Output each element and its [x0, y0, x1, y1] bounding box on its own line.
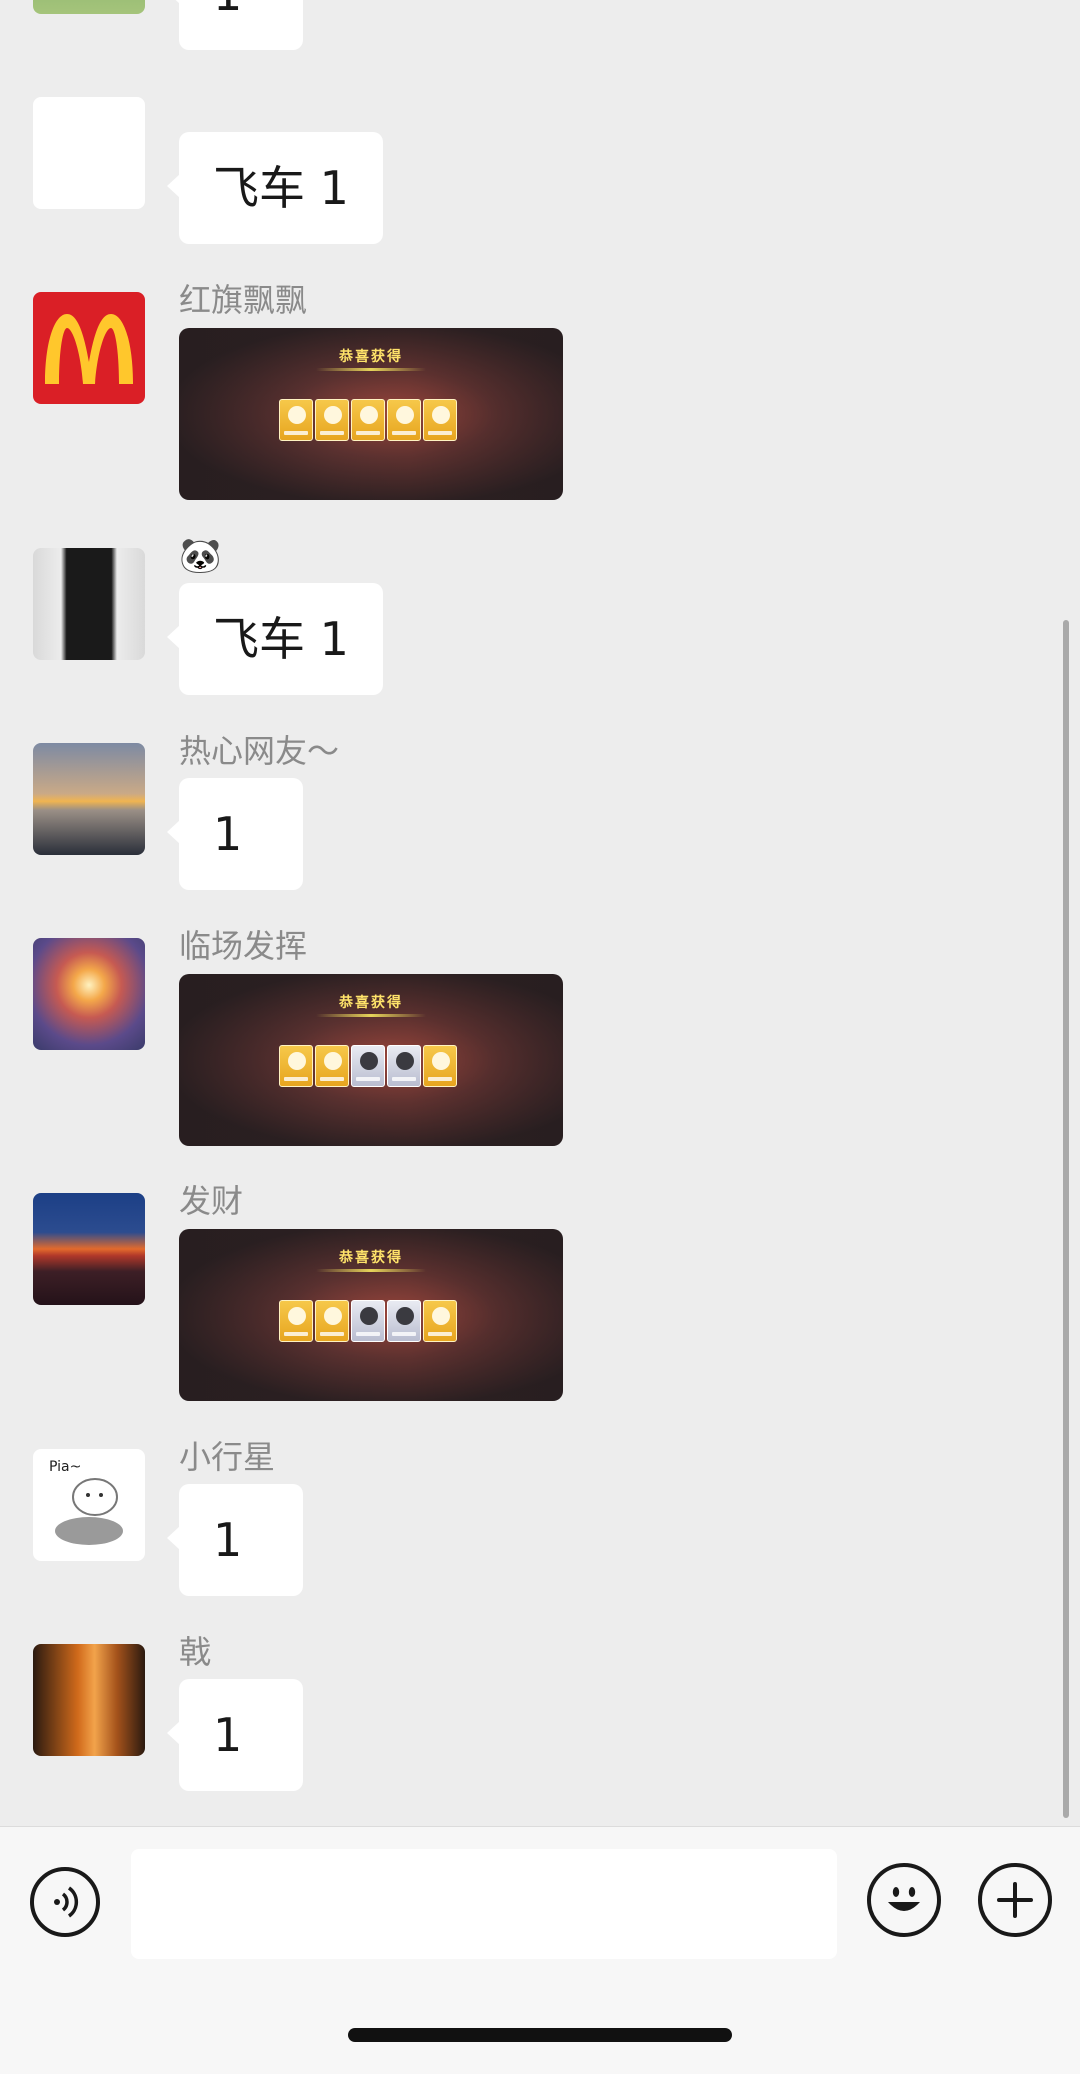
home-indicator[interactable]	[348, 2028, 732, 2042]
reward-card	[279, 1045, 313, 1087]
sender-name: 热心网友～	[179, 732, 340, 770]
plus-icon	[997, 1882, 1033, 1918]
message-bubble[interactable]: 1	[167, 778, 303, 890]
mcdonalds-logo-icon	[45, 314, 133, 384]
message-bubble[interactable]: 飞车 1	[167, 583, 383, 695]
reward-card	[315, 399, 349, 441]
reward-card	[315, 1300, 349, 1342]
image-title: 恭喜获得	[179, 992, 563, 1017]
image-title: 恭喜获得	[179, 346, 563, 371]
reward-card	[423, 399, 457, 441]
reward-card	[351, 1045, 385, 1087]
reward-card	[423, 1045, 457, 1087]
image-message[interactable]: 恭喜获得	[179, 328, 563, 500]
avatar[interactable]	[33, 0, 145, 14]
sender-name: 戟	[179, 1633, 212, 1671]
image-message[interactable]: 恭喜获得	[179, 974, 563, 1146]
voice-icon	[54, 1886, 79, 1918]
message-bubble[interactable]: 1	[167, 1679, 303, 1791]
avatar[interactable]	[33, 1193, 145, 1305]
avatar[interactable]: Pia~	[33, 1449, 145, 1561]
message-bubble[interactable]: 1	[167, 0, 303, 50]
chat-message-list[interactable]: 1 飞车 1 红旗飘飘 恭喜获得 🐼 飞车 1	[0, 0, 1080, 1826]
sender-name: 🐼	[179, 536, 222, 576]
sender-name: 红旗飘飘	[179, 281, 308, 319]
message-input[interactable]	[131, 1849, 837, 1959]
avatar-caption: Pia~	[49, 1459, 82, 1475]
reward-card	[315, 1045, 349, 1087]
reward-card	[423, 1300, 457, 1342]
sender-name: 小行星	[179, 1438, 276, 1476]
reward-card	[387, 1300, 421, 1342]
message-bubble[interactable]: 1	[167, 1484, 303, 1596]
avatar[interactable]	[33, 292, 145, 404]
avatar[interactable]	[33, 743, 145, 855]
reward-card	[387, 399, 421, 441]
reward-card	[279, 1300, 313, 1342]
sender-name: 临场发挥	[179, 927, 308, 965]
image-title: 恭喜获得	[179, 1247, 563, 1272]
reward-card	[351, 1300, 385, 1342]
reward-cards	[279, 1300, 457, 1342]
message-bubble[interactable]: 飞车 1	[167, 132, 383, 244]
plus-button[interactable]	[978, 1863, 1052, 1937]
avatar[interactable]	[33, 938, 145, 1050]
reward-card	[387, 1045, 421, 1087]
avatar[interactable]	[33, 1644, 145, 1756]
voice-button[interactable]	[30, 1867, 100, 1937]
reward-cards	[279, 399, 457, 441]
avatar[interactable]	[33, 97, 145, 209]
emoji-icon	[888, 1887, 920, 1911]
image-message[interactable]: 恭喜获得	[179, 1229, 563, 1401]
scrollbar[interactable]	[1063, 620, 1069, 1818]
avatar[interactable]	[33, 548, 145, 660]
reward-cards	[279, 1045, 457, 1087]
reward-card	[351, 399, 385, 441]
reward-card	[279, 399, 313, 441]
emoji-button[interactable]	[867, 1863, 941, 1937]
sender-name: 发财	[179, 1182, 244, 1220]
